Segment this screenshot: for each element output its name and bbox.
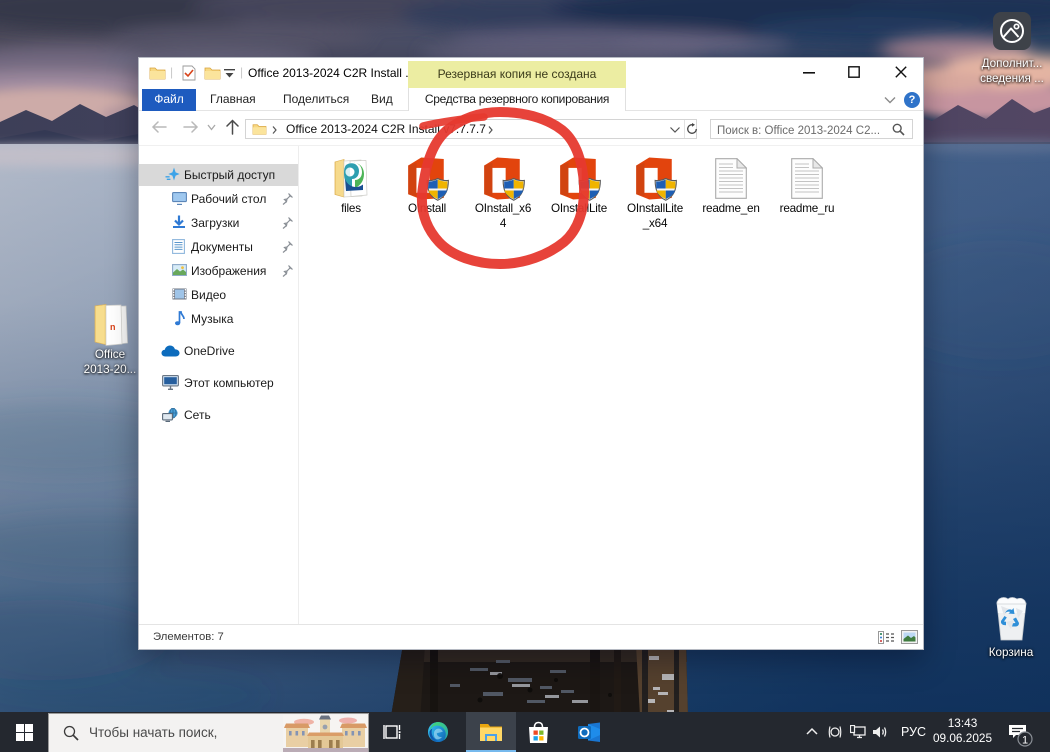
svg-text:1: 1 [1022, 734, 1028, 746]
svg-text:n: n [110, 322, 116, 332]
